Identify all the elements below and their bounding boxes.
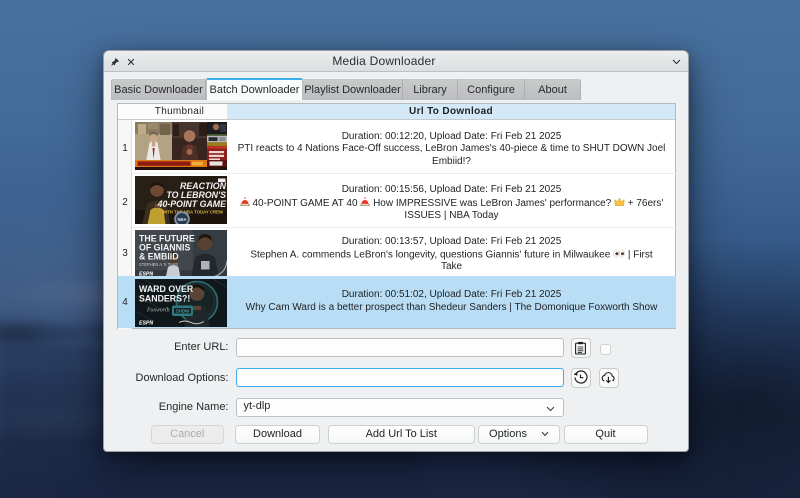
svg-text:STEPHEN A.'S TAKE: STEPHEN A.'S TAKE xyxy=(139,262,178,267)
svg-text:NBA: NBA xyxy=(177,217,186,222)
svg-text:SHOW: SHOW xyxy=(176,309,189,314)
svg-text:Foxworth: Foxworth xyxy=(146,308,170,314)
svg-text:SANDERS?!: SANDERS?! xyxy=(139,294,190,304)
svg-text:WARD OVER: WARD OVER xyxy=(139,284,194,294)
svg-text:& EMBIID: & EMBIID xyxy=(139,251,179,261)
svg-text:ESPN: ESPN xyxy=(139,321,153,327)
svg-text:40-POINT GAME: 40-POINT GAME xyxy=(157,199,227,209)
svg-text:WITH THE NBA TODAY CREW: WITH THE NBA TODAY CREW xyxy=(162,209,224,214)
